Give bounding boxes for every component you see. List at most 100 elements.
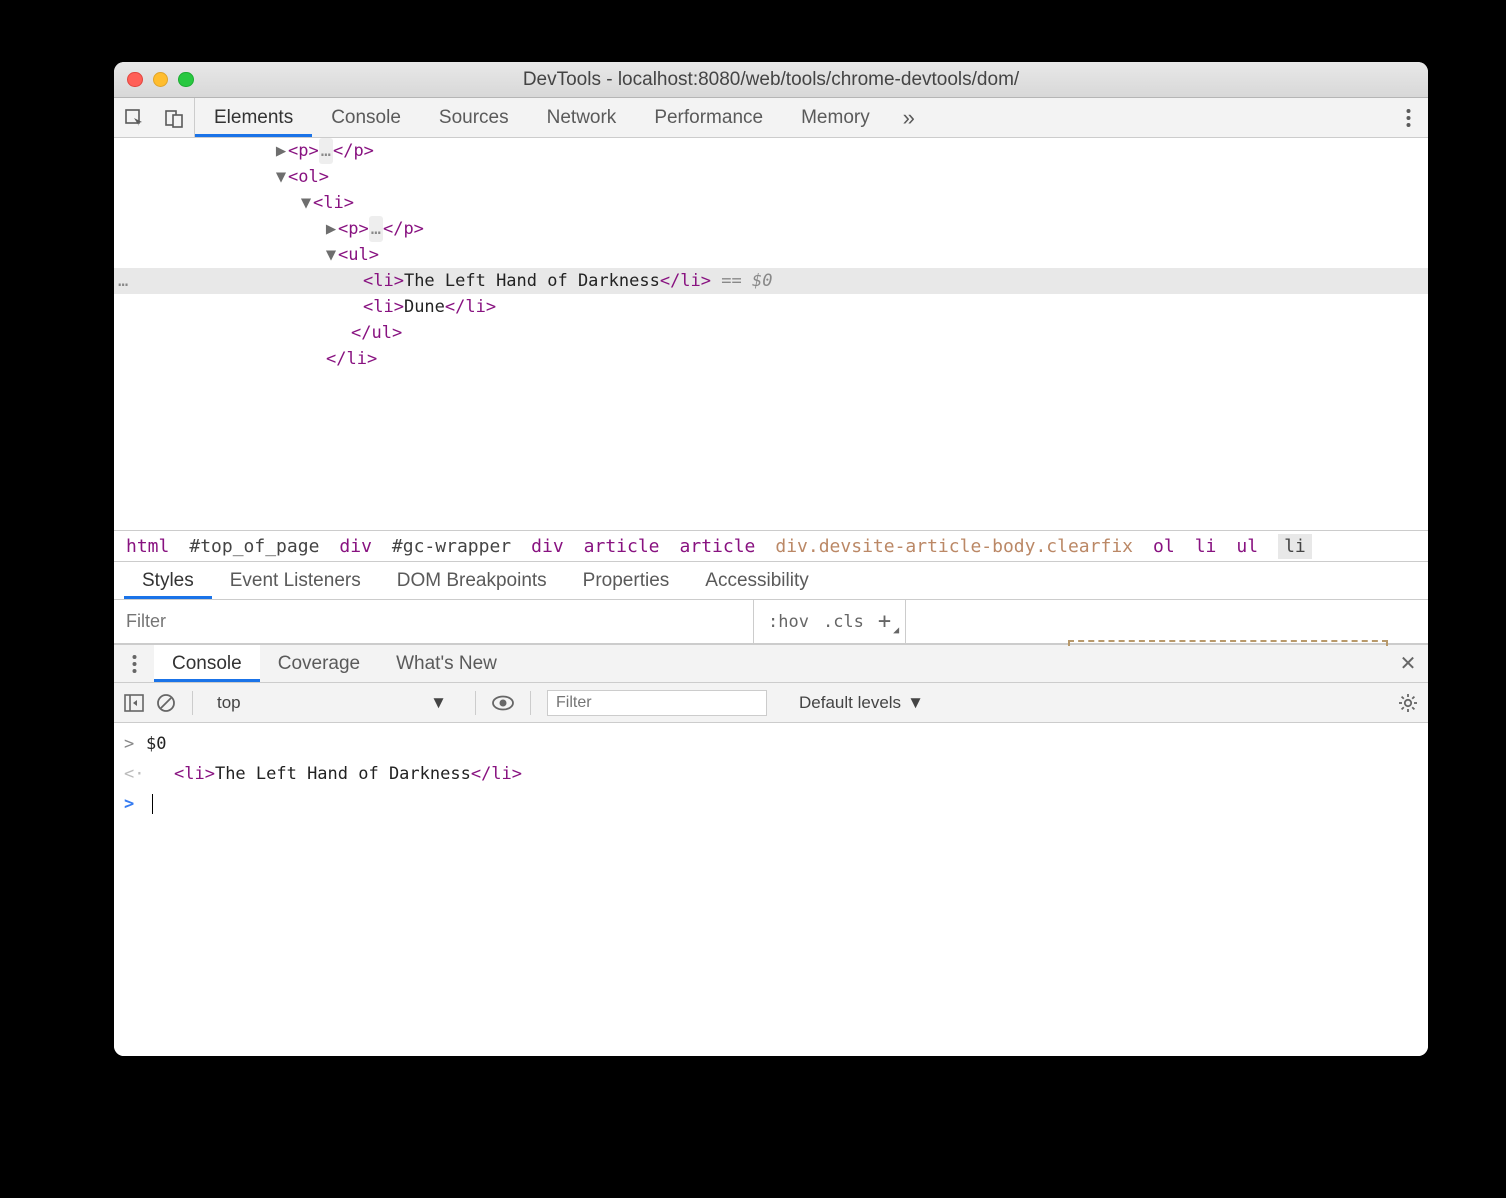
traffic-lights xyxy=(127,72,194,88)
dom-tree-line[interactable]: ▶<p>…</p> xyxy=(114,216,1428,242)
dom-tree-line[interactable]: … <li>The Left Hand of Darkness</li> == … xyxy=(114,268,1428,294)
dom-tree-line[interactable]: ▼<li> xyxy=(114,190,1428,216)
breadcrumb-item[interactable]: div.devsite-article-body.clearfix xyxy=(775,536,1133,557)
titlebar: DevTools - localhost:8080/web/tools/chro… xyxy=(114,62,1428,98)
subtab-styles[interactable]: Styles xyxy=(124,562,212,599)
dom-txt: Dune xyxy=(404,294,445,320)
subtab-event-listeners[interactable]: Event Listeners xyxy=(212,562,379,599)
drawer-tab-coverage[interactable]: Coverage xyxy=(260,645,378,682)
dom-tag: </li> xyxy=(660,268,711,294)
toggle-hover-button[interactable]: :hov xyxy=(768,612,809,632)
breadcrumb-item[interactable]: article xyxy=(584,536,660,557)
expand-arrow-icon[interactable]: ▼ xyxy=(274,164,288,190)
console-row[interactable]: <·<li>The Left Hand of Darkness</li> xyxy=(114,759,1428,789)
dom-tag: <ul> xyxy=(338,242,379,268)
box-model-preview xyxy=(906,600,1428,643)
log-levels-select[interactable]: Default levels ▼ xyxy=(799,693,924,713)
dom-tree-line[interactable]: ▼<ol> xyxy=(114,164,1428,190)
dom-tag: <li> xyxy=(313,190,354,216)
breadcrumb-item[interactable]: div xyxy=(339,536,372,557)
close-drawer-icon[interactable]: ✕ xyxy=(1388,645,1428,682)
clear-console-icon[interactable] xyxy=(156,693,176,713)
console-sidebar-toggle-icon[interactable] xyxy=(124,694,144,712)
console-text: $0 xyxy=(146,729,166,759)
expand-arrow-icon[interactable]: ▼ xyxy=(324,242,338,268)
toggle-class-button[interactable]: .cls xyxy=(823,612,864,632)
expand-arrow-icon[interactable]: ▼ xyxy=(299,190,313,216)
tab-console[interactable]: Console xyxy=(312,98,420,137)
tab-memory[interactable]: Memory xyxy=(782,98,889,137)
expand-arrow-icon[interactable]: ▶ xyxy=(324,216,338,242)
dom-ellip: … xyxy=(369,216,383,242)
console-row[interactable]: > xyxy=(114,789,1428,819)
styles-subtabs: StylesEvent ListenersDOM BreakpointsProp… xyxy=(114,562,1428,600)
tab-performance[interactable]: Performance xyxy=(635,98,782,137)
styles-toolbar: :hov .cls +◢ xyxy=(114,600,1428,644)
dom-tree-line[interactable]: </ul> xyxy=(114,320,1428,346)
inspect-element-icon[interactable] xyxy=(114,98,154,137)
breadcrumb-item[interactable]: li xyxy=(1278,534,1312,559)
execution-context-select[interactable]: top ▼ xyxy=(209,693,459,713)
breadcrumb-item[interactable]: html xyxy=(126,536,169,557)
subtab-accessibility[interactable]: Accessibility xyxy=(687,562,826,599)
kebab-menu-icon[interactable] xyxy=(1388,108,1428,128)
breadcrumb-item[interactable]: li xyxy=(1195,536,1217,557)
tab-sources[interactable]: Sources xyxy=(420,98,528,137)
tab-network[interactable]: Network xyxy=(528,98,636,137)
styles-filter-input[interactable] xyxy=(114,600,753,643)
dom-tree-line[interactable]: ▼<ul> xyxy=(114,242,1428,268)
styles-filter-container xyxy=(114,600,754,643)
subtab-properties[interactable]: Properties xyxy=(565,562,688,599)
drawer: ConsoleCoverageWhat's New ✕ top ▼ Defaul… xyxy=(114,644,1428,1056)
dom-tree-line[interactable]: </li> xyxy=(114,346,1428,372)
drawer-tab-what-s-new[interactable]: What's New xyxy=(378,645,515,682)
zoom-window-button[interactable] xyxy=(178,72,194,88)
drawer-menu-icon[interactable] xyxy=(114,645,154,682)
dom-hint: == $0 xyxy=(711,268,772,294)
close-window-button[interactable] xyxy=(127,72,143,88)
separator xyxy=(530,691,531,715)
dom-txt: The Left Hand of Darkness xyxy=(404,268,660,294)
console-settings-icon[interactable] xyxy=(1398,693,1418,713)
console-caret-icon: > xyxy=(124,789,146,819)
console-toolbar: top ▼ Default levels ▼ xyxy=(114,683,1428,723)
dom-tree-line[interactable]: <li>Dune</li> xyxy=(114,294,1428,320)
dom-breadcrumbs[interactable]: html #top_of_page div #gc-wrapper div article… xyxy=(114,530,1428,562)
expand-arrow-icon[interactable]: ▶ xyxy=(274,138,288,164)
subtab-dom-breakpoints[interactable]: DOM Breakpoints xyxy=(379,562,565,599)
breadcrumb-item[interactable]: article xyxy=(680,536,756,557)
dom-tag: </p> xyxy=(333,138,374,164)
minimize-window-button[interactable] xyxy=(153,72,169,88)
breadcrumb-item[interactable]: ol xyxy=(1153,536,1175,557)
gutter-ellipsis-icon[interactable]: … xyxy=(118,268,128,294)
breadcrumb-item[interactable]: #gc-wrapper xyxy=(392,536,511,557)
chevron-down-icon: ▼ xyxy=(907,693,924,713)
breadcrumb-item[interactable]: div xyxy=(531,536,564,557)
device-toolbar-icon[interactable] xyxy=(154,98,194,137)
dom-tag: <p> xyxy=(288,138,319,164)
more-tabs-icon[interactable]: » xyxy=(889,98,929,137)
breadcrumb-item[interactable]: ul xyxy=(1236,536,1258,557)
console-output[interactable]: >$0<·<li>The Left Hand of Darkness</li>> xyxy=(114,723,1428,1056)
console-caret-icon: <· xyxy=(124,759,146,789)
tab-elements[interactable]: Elements xyxy=(195,98,312,137)
dom-tree-line[interactable]: ▶<p>…</p> xyxy=(114,138,1428,164)
chevron-down-icon: ▼ xyxy=(430,693,447,713)
elements-dom-tree[interactable]: ▶<p>…</p>▼<ol>▼<li>▶<p>…</p>▼<ul>… <li>T… xyxy=(114,138,1428,530)
dom-tag: <li> xyxy=(363,294,404,320)
separator xyxy=(192,691,193,715)
console-filter-input[interactable] xyxy=(547,690,767,716)
context-label: top xyxy=(217,693,241,713)
console-text xyxy=(146,789,153,819)
input-cursor xyxy=(152,794,153,814)
new-style-rule-button[interactable]: +◢ xyxy=(878,609,891,634)
drawer-tabs: ConsoleCoverageWhat's New ✕ xyxy=(114,645,1428,683)
devtools-window: DevTools - localhost:8080/web/tools/chro… xyxy=(114,62,1428,1056)
drawer-tab-console[interactable]: Console xyxy=(154,645,260,682)
console-row[interactable]: >$0 xyxy=(114,729,1428,759)
live-expression-icon[interactable] xyxy=(492,695,514,711)
dom-tag: </li> xyxy=(445,294,496,320)
separator xyxy=(475,691,476,715)
levels-label: Default levels xyxy=(799,693,901,713)
breadcrumb-item[interactable]: #top_of_page xyxy=(189,536,319,557)
